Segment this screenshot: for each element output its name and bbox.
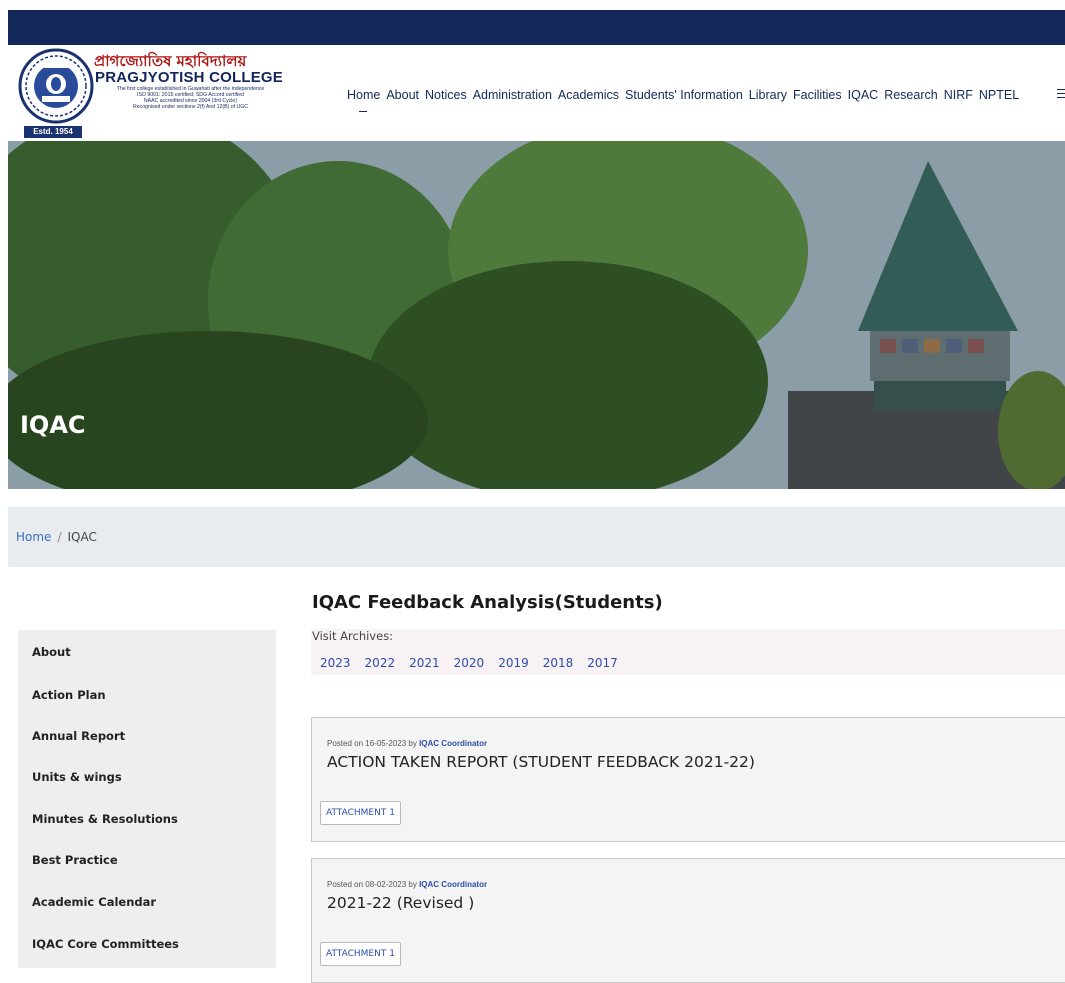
college-emblem-icon — [18, 48, 94, 124]
post-author-link[interactable]: IQAC Coordinator — [419, 880, 487, 889]
nav-notices[interactable]: Notices — [425, 88, 467, 102]
post-date-text: Posted on 08-02-2023 by — [327, 880, 420, 889]
breadcrumb-separator: / — [57, 530, 62, 544]
hero-banner: IQAC — [8, 141, 1065, 489]
nav-iqac[interactable]: IQAC — [848, 88, 879, 102]
attachment-button[interactable]: ATTACHMENT 1 — [320, 942, 401, 966]
post-date-text: Posted on 16-05-2023 by — [327, 739, 420, 748]
nav-research[interactable]: Research — [884, 88, 938, 102]
breadcrumb-bar: Home / IQAC — [8, 507, 1065, 567]
post-title[interactable]: ACTION TAKEN REPORT (STUDENT FEEDBACK 20… — [327, 753, 755, 771]
archive-year-link[interactable]: 2022 — [365, 656, 396, 670]
post-card: Posted on 08-02-2023 by IQAC Coordinator… — [311, 858, 1065, 983]
sidebar-item-about[interactable]: About — [32, 645, 71, 659]
nav-students-information[interactable]: Students' Information — [625, 88, 743, 102]
sidebar-item-units-wings[interactable]: Units & wings — [32, 770, 122, 784]
page-title: IQAC Feedback Analysis(Students) — [312, 592, 663, 613]
archives-years: 2023 2022 2021 2020 2019 2018 2017 — [320, 656, 632, 670]
sidebar-item-best-practice[interactable]: Best Practice — [32, 853, 118, 867]
archive-year-link[interactable]: 2020 — [454, 656, 485, 670]
hamburger-icon[interactable] — [1057, 89, 1065, 101]
archive-year-link[interactable]: 2018 — [543, 656, 574, 670]
breadcrumb-home-link[interactable]: Home — [16, 530, 51, 544]
nav-academics[interactable]: Academics — [558, 88, 619, 102]
estd-badge: Estd. 1954 — [24, 126, 82, 138]
archive-year-link[interactable]: 2017 — [587, 656, 618, 670]
college-logo[interactable]: Estd. 1954 প্রাগজ্যোতিষ মহাবিদ্যালয় PRA… — [18, 48, 283, 138]
nav-about[interactable]: About — [386, 88, 419, 102]
archives-label: Visit Archives: — [312, 629, 394, 643]
nav-library[interactable]: Library — [749, 88, 787, 102]
nav-nirf[interactable]: NIRF — [944, 88, 973, 102]
attachment-button[interactable]: ATTACHMENT 1 — [320, 801, 401, 825]
archive-year-link[interactable]: 2019 — [498, 656, 529, 670]
sidebar-item-annual-report[interactable]: Annual Report — [32, 729, 125, 743]
hero-title: IQAC — [20, 411, 86, 439]
breadcrumb-current: IQAC — [67, 530, 97, 544]
archive-year-link[interactable]: 2021 — [409, 656, 440, 670]
post-author-link[interactable]: IQAC Coordinator — [419, 739, 487, 748]
nav-administration[interactable]: Administration — [473, 88, 552, 102]
sidebar-item-action-plan[interactable]: Action Plan — [32, 688, 106, 702]
nav-overflow-mark[interactable] — [359, 111, 367, 112]
post-card: Posted on 16-05-2023 by IQAC Coordinator… — [311, 717, 1065, 842]
archive-year-link[interactable]: 2023 — [320, 656, 351, 670]
top-bar — [8, 10, 1065, 45]
post-meta: Posted on 08-02-2023 by IQAC Coordinator — [327, 880, 487, 889]
main-nav: Home About Notices Administration Academ… — [347, 88, 1025, 102]
nav-facilities[interactable]: Facilities — [793, 88, 842, 102]
logo-tagline-line: Recognised under sections 2(f) And 12(B)… — [132, 104, 249, 110]
sidebar-item-academic-calendar[interactable]: Academic Calendar — [32, 895, 156, 909]
post-meta: Posted on 16-05-2023 by IQAC Coordinator — [327, 739, 487, 748]
breadcrumb: Home / IQAC — [16, 530, 97, 544]
sidebar: About Action Plan Annual Report Units & … — [18, 630, 276, 968]
logo-english-name: PRAGJYOTISH COLLEGE — [95, 69, 283, 86]
post-title[interactable]: 2021-22 (Revised ) — [327, 894, 474, 912]
hero-photo — [8, 141, 1065, 489]
nav-home[interactable]: Home — [347, 88, 380, 102]
nav-nptel[interactable]: NPTEL — [979, 88, 1019, 102]
sidebar-item-minutes-resolutions[interactable]: Minutes & Resolutions — [32, 812, 178, 826]
archives-box: Visit Archives: 2023 2022 2021 2020 2019… — [311, 629, 1065, 675]
sidebar-item-iqac-core-committees[interactable]: IQAC Core Committees — [32, 937, 179, 951]
